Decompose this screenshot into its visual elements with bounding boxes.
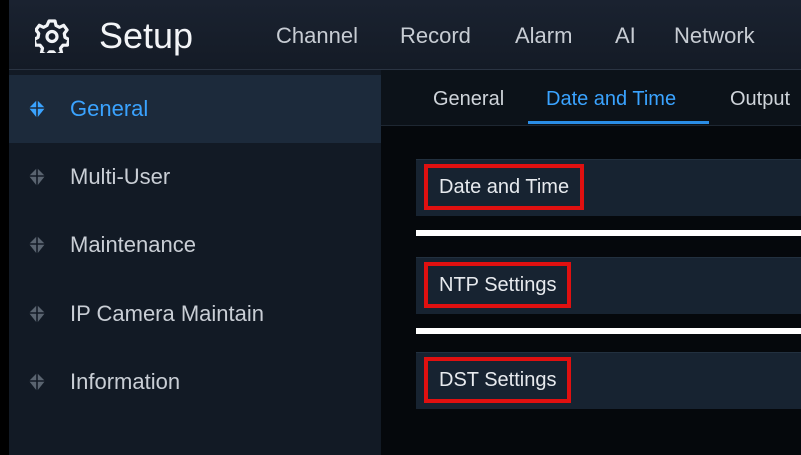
sidebar-item-label: Maintenance	[70, 232, 196, 257]
section-label: Date and Time	[424, 164, 585, 210]
diamond-icon	[29, 236, 45, 254]
nav-alarm[interactable]: Alarm	[515, 22, 572, 50]
diamond-icon	[29, 168, 45, 186]
diamond-icon	[29, 100, 45, 118]
active-tab-indicator	[528, 121, 709, 124]
diamond-icon	[29, 305, 45, 323]
nav-ai[interactable]: AI	[615, 22, 636, 50]
section-ntp-settings[interactable]: NTP Settings	[416, 257, 801, 314]
nav-record[interactable]: Record	[400, 22, 471, 50]
tab-general[interactable]: General	[433, 86, 504, 112]
sidebar-item-label: Information	[70, 369, 181, 394]
section-label: NTP Settings	[424, 262, 572, 308]
content-panel: General Date and Time Output Date and Ti…	[381, 70, 801, 455]
gear-icon	[35, 19, 69, 53]
sidebar-item-general[interactable]: General	[9, 75, 381, 143]
sidebar-item-multi-user[interactable]: Multi-User	[9, 143, 381, 211]
divider	[416, 328, 801, 334]
section-date-and-time[interactable]: Date and Time	[416, 159, 801, 216]
section-dst-settings[interactable]: DST Settings	[416, 352, 801, 409]
sidebar-item-label: General	[70, 96, 149, 121]
section-label: DST Settings	[424, 357, 572, 403]
sidebar-item-maintenance[interactable]: Maintenance	[9, 211, 381, 279]
nav-network[interactable]: Network	[674, 22, 755, 50]
sidebar-item-label: IP Camera Maintain	[70, 301, 265, 326]
diamond-icon	[29, 373, 45, 391]
page-title: Setup	[99, 15, 194, 56]
app-window: Setup Channel Record Alarm AI Network Ge…	[9, 0, 801, 455]
tab-bar: General Date and Time Output	[381, 70, 801, 126]
tab-output[interactable]: Output	[730, 86, 790, 112]
sidebar-item-information[interactable]: Information	[9, 348, 381, 416]
divider	[416, 230, 801, 236]
nav-channel[interactable]: Channel	[276, 22, 358, 50]
sidebar: General Multi-User Maintenance IP Camera…	[9, 70, 381, 455]
tab-date-and-time[interactable]: Date and Time	[546, 86, 676, 112]
sidebar-item-label: Multi-User	[70, 164, 171, 189]
top-bar: Setup Channel Record Alarm AI Network	[9, 0, 801, 70]
sidebar-item-ip-camera-maintain[interactable]: IP Camera Maintain	[9, 280, 381, 348]
